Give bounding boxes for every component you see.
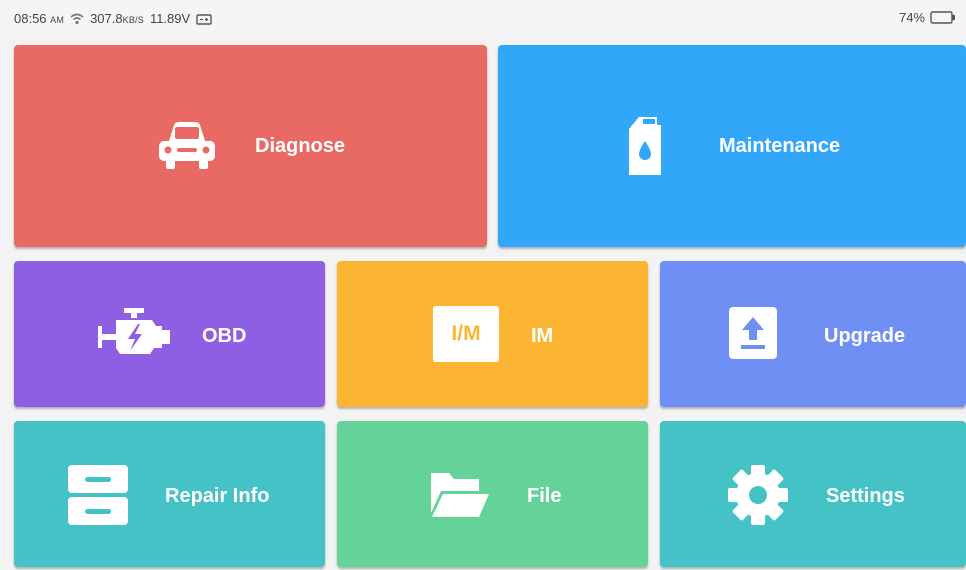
status-left: 08:56 AM 307.8KB/S 11.89V: [14, 11, 212, 26]
car-icon: [159, 122, 215, 169]
gear-icon: [728, 465, 788, 525]
upgrade-tile[interactable]: Upgrade: [660, 261, 966, 407]
home-screen: 08:56 AM 307.8KB/S 11.89V 74% Diagnose M…: [0, 0, 966, 570]
battery-icon: [930, 11, 955, 24]
file-label: File: [527, 485, 562, 507]
maintenance-tile[interactable]: Maintenance: [498, 45, 966, 247]
status-time: 08:56 AM: [14, 11, 64, 26]
network-speed-unit: KB/S: [122, 15, 144, 25]
im-icon: I/M: [433, 306, 499, 362]
obd-tile[interactable]: OBD: [14, 261, 325, 407]
obd-label: OBD: [202, 325, 247, 347]
voltage-reading: 11.89V: [149, 11, 191, 26]
status-right: 74%: [899, 10, 956, 25]
repair-info-tile[interactable]: Repair Info: [14, 421, 325, 567]
database-icon: [68, 465, 128, 525]
network-speed: 307.8KB/S: [90, 11, 144, 26]
upload-icon: [729, 307, 777, 359]
folder-icon: [431, 473, 489, 517]
engine-icon: [98, 308, 170, 354]
repair-info-label: Repair Info: [165, 485, 270, 507]
network-speed-value: 307.8: [90, 11, 123, 26]
diagnose-tile[interactable]: Diagnose: [14, 45, 487, 247]
oil-can-icon: [629, 117, 661, 175]
diagnose-label: Diagnose: [255, 135, 346, 157]
wifi-icon: [70, 13, 84, 24]
clock-ampm: AM: [50, 15, 65, 25]
clock-time: 08:56: [14, 11, 47, 26]
status-bar: 08:56 AM 307.8KB/S 11.89V 74%: [0, 0, 966, 38]
im-tile[interactable]: I/M IM: [337, 261, 648, 407]
im-label: IM: [531, 325, 554, 347]
settings-tile[interactable]: Settings: [660, 421, 966, 567]
settings-label: Settings: [826, 485, 905, 507]
file-tile[interactable]: File: [337, 421, 648, 567]
maintenance-label: Maintenance: [719, 135, 841, 157]
vehicle-battery-icon: [196, 13, 212, 25]
upgrade-label: Upgrade: [824, 325, 906, 347]
battery-percent: 74%: [898, 10, 925, 25]
im-icon-text: I/M: [451, 322, 481, 345]
